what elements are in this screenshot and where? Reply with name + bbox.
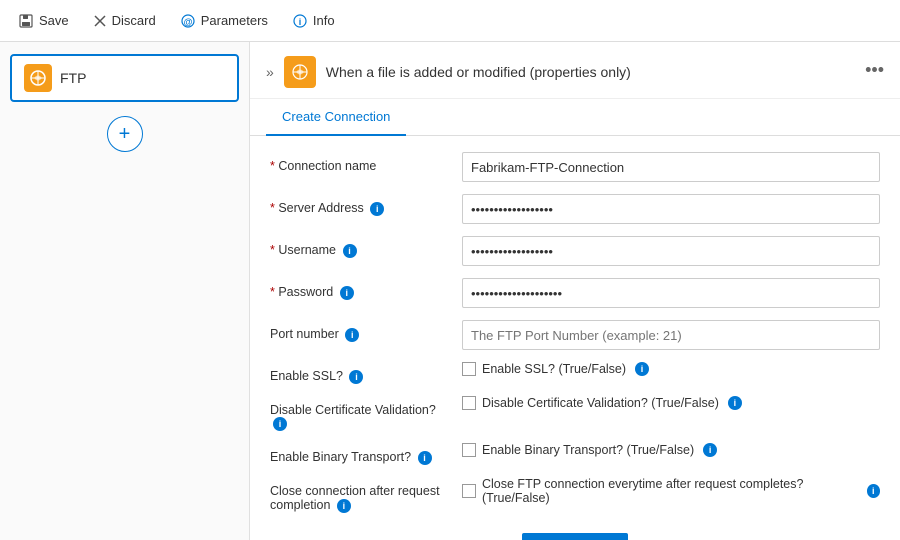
enable-ssl-checkbox[interactable] [462, 362, 476, 376]
add-icon: + [119, 123, 131, 146]
password-label: * Password i [270, 278, 450, 300]
close-conn-checkbox[interactable] [462, 484, 476, 498]
port-number-input[interactable] [462, 320, 880, 350]
username-row: * Username i [270, 236, 880, 266]
enable-binary-row: Enable Binary Transport? i Enable Binary… [270, 443, 880, 465]
create-button[interactable]: Create [522, 533, 628, 540]
server-address-label: * Server Address i [270, 194, 450, 216]
disable-cert-checkbox-info-icon[interactable]: i [728, 396, 742, 410]
trigger-icon [284, 56, 316, 88]
more-options-button[interactable]: ••• [865, 60, 884, 81]
parameters-button[interactable]: @ Parameters [176, 11, 272, 31]
enable-ssl-info-icon[interactable]: i [349, 370, 363, 384]
discard-button[interactable]: Discard [89, 11, 160, 30]
sidebar: FTP + [0, 42, 250, 540]
close-conn-label: Close connection after request completio… [270, 477, 450, 513]
server-address-row: * Server Address i [270, 194, 880, 224]
server-address-input[interactable] [462, 194, 880, 224]
collapse-button[interactable]: » [266, 64, 274, 80]
discard-icon [93, 14, 107, 28]
add-node-button[interactable]: + [107, 116, 143, 152]
enable-binary-info-icon[interactable]: i [418, 451, 432, 465]
content-area: » When a file is added or modified (prop… [250, 42, 900, 540]
create-button-row: Create [270, 533, 880, 540]
svg-text:@: @ [183, 17, 192, 27]
trigger-title: When a file is added or modified (proper… [326, 64, 631, 80]
server-address-info-icon[interactable]: i [370, 202, 384, 216]
port-number-info-icon[interactable]: i [345, 328, 359, 342]
trigger-header: » When a file is added or modified (prop… [250, 42, 900, 99]
close-conn-row: Close connection after request completio… [270, 477, 880, 513]
info-button[interactable]: i Info [288, 11, 339, 31]
username-input[interactable] [462, 236, 880, 266]
ftp-icon [24, 64, 52, 92]
tab-create-connection[interactable]: Create Connection [266, 99, 406, 136]
close-conn-checkbox-label: Close FTP connection everytime after req… [482, 477, 858, 505]
disable-cert-info-icon[interactable]: i [273, 417, 287, 431]
disable-cert-row: Disable Certificate Validation? i Disabl… [270, 396, 880, 432]
tabs: Create Connection [250, 99, 900, 136]
password-input[interactable] [462, 278, 880, 308]
password-row: * Password i [270, 278, 880, 308]
connection-name-label: * Connection name [270, 152, 450, 173]
disable-cert-checkbox[interactable] [462, 396, 476, 410]
svg-text:i: i [299, 17, 302, 27]
enable-binary-checkbox-info-icon[interactable]: i [703, 443, 717, 457]
info-icon: i [292, 13, 308, 29]
enable-ssl-row: Enable SSL? i Enable SSL? (True/False) i [270, 362, 880, 384]
connection-name-input[interactable] [462, 152, 880, 182]
username-label: * Username i [270, 236, 450, 258]
toolbar: Save Discard @ Parameters i Info [0, 0, 900, 42]
discard-label: Discard [112, 13, 156, 28]
password-info-icon[interactable]: i [340, 286, 354, 300]
enable-binary-checkbox-area: Enable Binary Transport? (True/False) i [462, 443, 880, 457]
create-connection-form: * Connection name * Server Address i * U… [250, 136, 900, 540]
port-number-label: Port number i [270, 320, 450, 342]
enable-ssl-checkbox-area: Enable SSL? (True/False) i [462, 362, 880, 376]
save-icon [18, 13, 34, 29]
disable-cert-checkbox-label: Disable Certificate Validation? (True/Fa… [482, 396, 719, 410]
port-number-row: Port number i [270, 320, 880, 350]
enable-binary-checkbox-label: Enable Binary Transport? (True/False) [482, 443, 694, 457]
enable-ssl-checkbox-label: Enable SSL? (True/False) [482, 362, 626, 376]
main-layout: FTP + » When a file is added or modified… [0, 42, 900, 540]
parameters-label: Parameters [201, 13, 268, 28]
info-label: Info [313, 13, 335, 28]
disable-cert-checkbox-area: Disable Certificate Validation? (True/Fa… [462, 396, 880, 410]
close-conn-checkbox-area: Close FTP connection everytime after req… [462, 477, 880, 505]
ftp-node-label: FTP [60, 70, 86, 86]
close-conn-checkbox-info-icon[interactable]: i [867, 484, 880, 498]
enable-ssl-label: Enable SSL? i [270, 362, 450, 384]
parameters-icon: @ [180, 13, 196, 29]
close-conn-info-icon[interactable]: i [337, 499, 351, 513]
ftp-node[interactable]: FTP [10, 54, 239, 102]
connection-name-row: * Connection name [270, 152, 880, 182]
save-label: Save [39, 13, 69, 28]
disable-cert-label: Disable Certificate Validation? i [270, 396, 450, 432]
username-info-icon[interactable]: i [343, 244, 357, 258]
enable-ssl-checkbox-info-icon[interactable]: i [635, 362, 649, 376]
enable-binary-checkbox[interactable] [462, 443, 476, 457]
save-button[interactable]: Save [14, 11, 73, 31]
enable-binary-label: Enable Binary Transport? i [270, 443, 450, 465]
